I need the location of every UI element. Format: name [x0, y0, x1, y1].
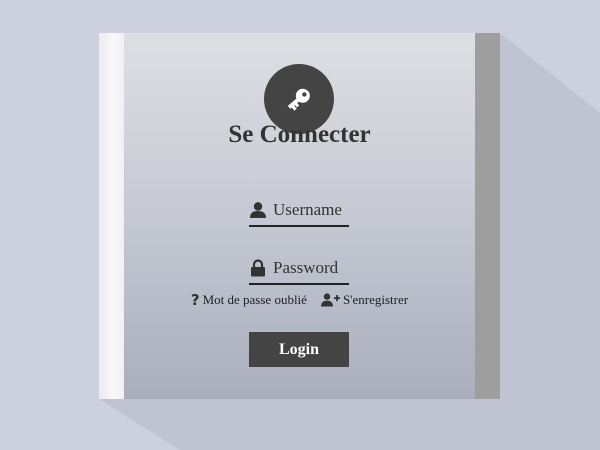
key-icon [287, 88, 310, 111]
password-field[interactable]: Password [249, 253, 349, 285]
card-right-edge [475, 33, 500, 399]
login-panel: Se Connecter Username Password ? Mot de … [124, 33, 475, 399]
user-plus-icon [320, 293, 340, 307]
forgot-password-label: Mot de passe oublié [202, 292, 307, 307]
register-link[interactable]: S'enregistrer [320, 292, 409, 308]
username-placeholder: Username [273, 200, 342, 219]
password-placeholder: Password [273, 258, 339, 277]
username-field[interactable]: Username [249, 195, 349, 227]
user-icon [249, 201, 267, 219]
page-title: Se Connecter [228, 121, 371, 148]
card-left-edge [99, 33, 124, 399]
login-card: Se Connecter Username Password ? Mot de … [99, 33, 500, 399]
login-button[interactable]: Login [249, 332, 349, 367]
forgot-password-link[interactable]: ? Mot de passe oublié [191, 292, 307, 308]
question-icon: ? [190, 290, 200, 309]
register-label: S'enregistrer [342, 292, 409, 307]
auth-links: ? Mot de passe oublié S'enregistrer [124, 292, 475, 308]
lock-icon [249, 259, 267, 277]
